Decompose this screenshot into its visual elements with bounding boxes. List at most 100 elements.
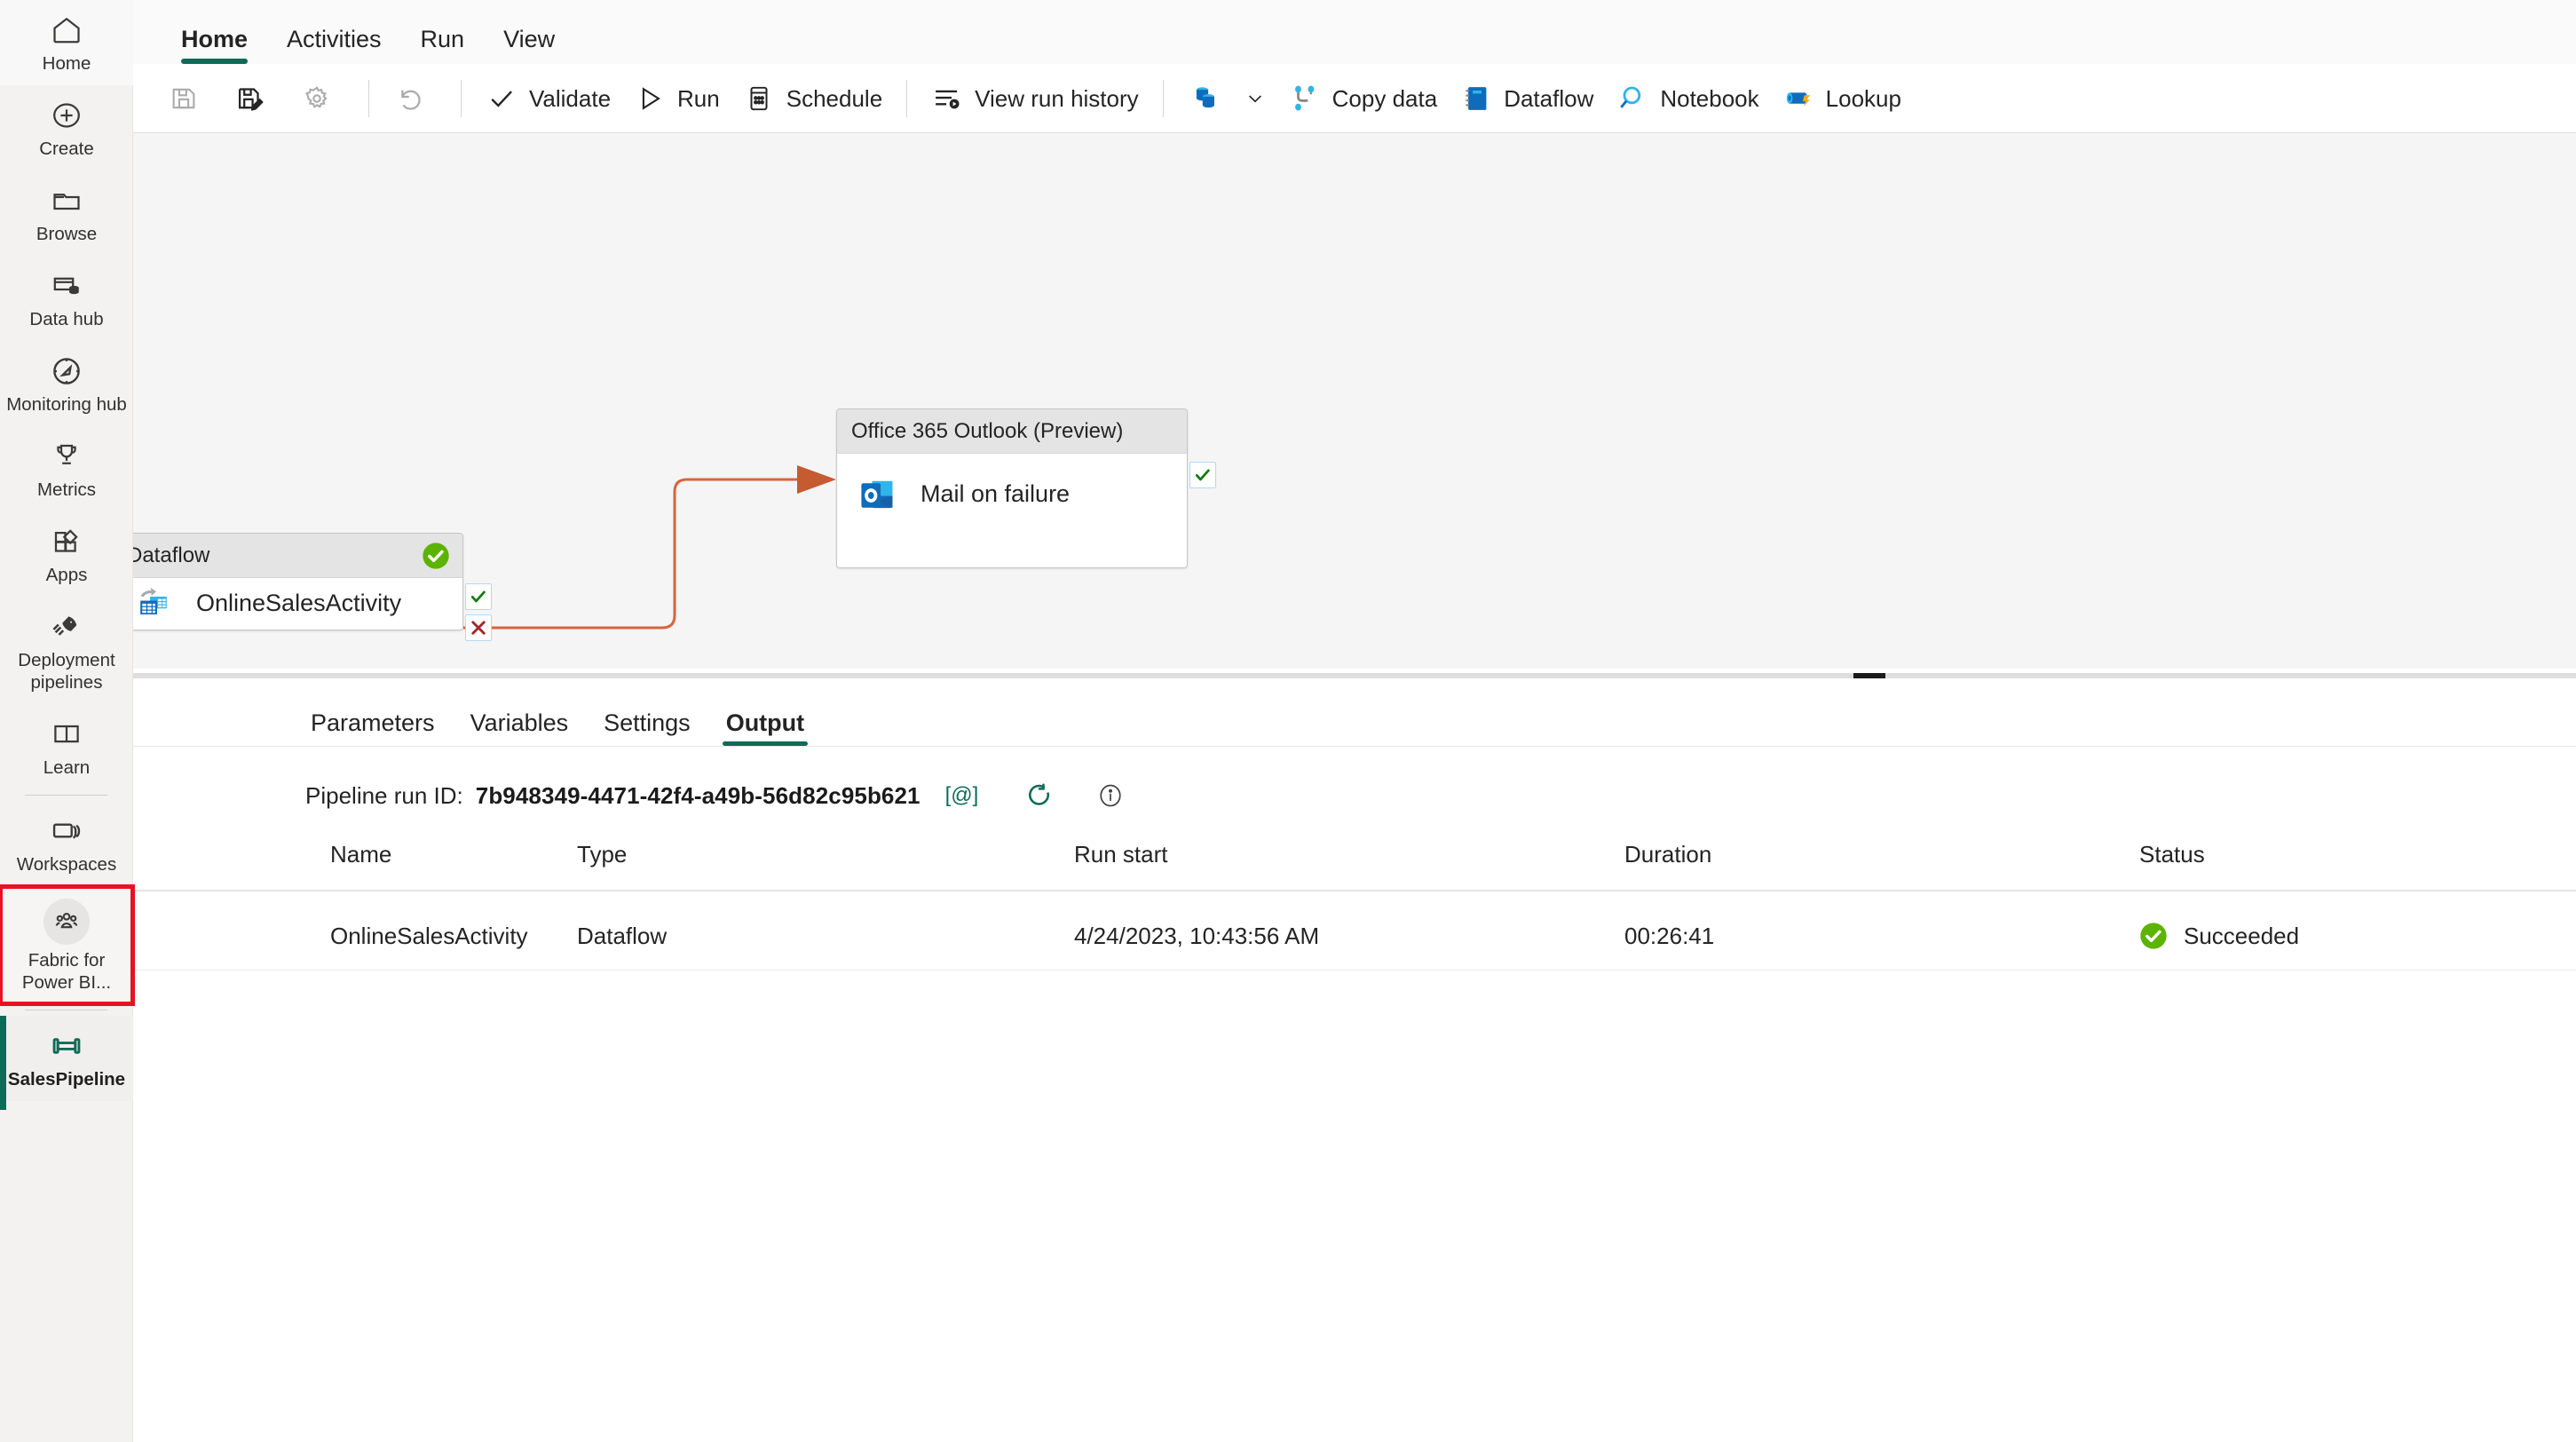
refresh-icon[interactable] [1024, 780, 1055, 811]
sidebar-item-learn[interactable]: Learn [0, 704, 133, 789]
sidebar-item-deployment-pipelines[interactable]: Deployment pipelines [0, 597, 133, 704]
ribbon-toolbar: Validate Run Schedule View run history C… [133, 64, 2576, 133]
view-run-history-button[interactable]: View run history [920, 72, 1150, 125]
sidebar-item-salespipeline[interactable]: SalesPipeline [0, 1016, 133, 1110]
sidebar-item-data-hub[interactable]: Data hub [0, 256, 133, 341]
undo-button[interactable] [382, 72, 448, 125]
tab-parameters[interactable]: Parameters [293, 711, 453, 746]
activity-node-office365-outlook[interactable]: Office 365 Outlook (Preview) Mail on fai… [836, 408, 1188, 568]
compass-icon [46, 353, 87, 389]
nav-divider-1 [25, 795, 107, 796]
invoke-pipeline-button[interactable]: Lookup [1771, 72, 1913, 125]
sidebar-item-create[interactable]: Create [0, 85, 133, 170]
sidebar-item-monitoring-hub[interactable]: Monitoring hub [0, 341, 133, 426]
table-row[interactable]: OnlineSalesActivity Dataflow 4/24/2023, … [133, 891, 2576, 971]
dataflow-button[interactable]: Copy data [1277, 72, 1450, 125]
node-body: OnlineSalesActivity [133, 578, 462, 630]
node-type-label: Office 365 Outlook (Preview) [851, 418, 1124, 443]
lookup-icon [1616, 83, 1648, 115]
cell-run-start: 4/24/2023, 10:43:56 AM [1074, 891, 1624, 971]
node-type-label: Dataflow [133, 543, 210, 567]
people-group-icon [43, 899, 90, 945]
ribbon-tab-run[interactable]: Run [401, 28, 485, 64]
column-header-run-start[interactable]: Run start [1074, 841, 1624, 891]
dataflow-activity-icon [133, 581, 177, 625]
home-icon [46, 12, 87, 48]
table-body: OnlineSalesActivity Dataflow 4/24/2023, … [133, 891, 2576, 971]
panel-splitter[interactable] [133, 669, 2576, 679]
schedule-label: Schedule [786, 84, 883, 112]
cell-status: Succeeded [2139, 891, 2576, 971]
schedule-icon [743, 83, 775, 115]
sidebar-item-workspaces[interactable]: Workspaces [0, 801, 133, 886]
sidebar-item-label: SalesPipeline [7, 1069, 126, 1089]
tab-variables[interactable]: Variables [453, 711, 587, 746]
parameters-bracket-icon[interactable]: [@] [945, 783, 979, 808]
sidebar-item-label: Data hub [29, 309, 104, 329]
activity-name: Mail on failure [921, 480, 1071, 507]
column-header-name[interactable]: Name [133, 841, 577, 891]
gear-icon [301, 83, 333, 115]
validate-button[interactable]: Validate [474, 72, 622, 125]
sidebar-item-label: Create [39, 139, 94, 159]
ribbon-tab-home[interactable]: Home [162, 28, 267, 64]
table-header: Name Type Run start Duration Status [133, 841, 2576, 891]
lookup-label: Notebook [1660, 84, 1759, 112]
connector-layer [463, 465, 836, 630]
fabric-pipeline-app: Home Create Browse Data hub Monitoring h [0, 0, 2576, 1442]
node-status-succeeded-icon [422, 542, 450, 570]
sidebar-item-metrics[interactable]: Metrics [0, 426, 133, 511]
left-navigation: Home Create Browse Data hub Monitoring h [0, 0, 135, 1442]
pipeline-run-id-label: Pipeline run ID: [305, 781, 463, 809]
status-succeeded-icon [2139, 922, 2168, 950]
ribbon-tab-activities[interactable]: Activities [267, 28, 401, 64]
lookup-button[interactable]: Notebook [1605, 72, 1770, 125]
info-icon[interactable] [1097, 782, 1124, 809]
status-label: Succeeded [2184, 922, 2300, 949]
trophy-icon [46, 439, 87, 474]
cell-type: Dataflow [577, 891, 1074, 971]
sidebar-item-fabric-for-power-bi[interactable]: Fabric for Power BI... [0, 884, 135, 1006]
invoke-pipeline-icon [1782, 83, 1814, 115]
sidebar-item-label: Workspaces [16, 854, 117, 875]
splitter-grip[interactable] [1853, 673, 1885, 678]
sidebar-item-browse[interactable]: Browse [0, 170, 133, 256]
schedule-button[interactable]: Schedule [731, 72, 894, 125]
failure-port-dataflow[interactable] [465, 614, 492, 641]
ribbon-tab-view[interactable]: View [484, 28, 574, 64]
toolbar-separator [368, 79, 369, 117]
chevron-down-icon[interactable] [1245, 88, 1266, 109]
success-port-dataflow[interactable] [465, 583, 492, 610]
invoke-pipeline-label: Lookup [1825, 84, 1901, 112]
activity-name: OnlineSalesActivity [196, 589, 402, 616]
column-header-duration[interactable]: Duration [1624, 841, 2139, 891]
activity-node-dataflow[interactable]: Dataflow OnlineSalesActivity [133, 533, 463, 630]
column-header-type[interactable]: Type [577, 841, 1074, 891]
save-button[interactable] [156, 72, 223, 125]
column-header-status[interactable]: Status [2139, 841, 2576, 891]
copy-data-button[interactable] [1176, 72, 1277, 125]
output-panel: Parameters Variables Settings Output Pip… [133, 679, 2576, 1442]
play-icon [634, 83, 666, 115]
pipeline-icon [46, 1028, 87, 1064]
sidebar-item-apps[interactable]: Apps [0, 511, 133, 597]
pipeline-canvas[interactable]: Dataflow OnlineSalesActivity Office 365 … [133, 133, 2576, 669]
run-history-icon [931, 83, 963, 115]
settings-button[interactable] [289, 72, 356, 125]
toolbar-separator [1162, 79, 1164, 117]
sidebar-item-home[interactable]: Home [0, 0, 133, 85]
pipeline-run-id-value: 7b948349-4471-42f4-a49b-56d82c95b621 [475, 781, 921, 809]
cell-duration: 00:26:41 [1624, 891, 2139, 971]
sidebar-item-label: Metrics [36, 479, 97, 500]
parameters-bracket-label: [@] [944, 783, 979, 807]
plus-circle-icon [46, 98, 87, 133]
notebook-button[interactable]: Dataflow [1449, 72, 1605, 125]
save-as-button[interactable] [223, 72, 289, 125]
node-header: Dataflow [133, 534, 462, 578]
success-port-outlook[interactable] [1189, 462, 1216, 488]
tab-output[interactable]: Output [708, 711, 822, 746]
book-icon [46, 717, 87, 752]
run-button[interactable]: Run [622, 72, 731, 125]
sidebar-item-label: Deployment pipelines [18, 650, 115, 693]
tab-settings[interactable]: Settings [586, 711, 708, 746]
